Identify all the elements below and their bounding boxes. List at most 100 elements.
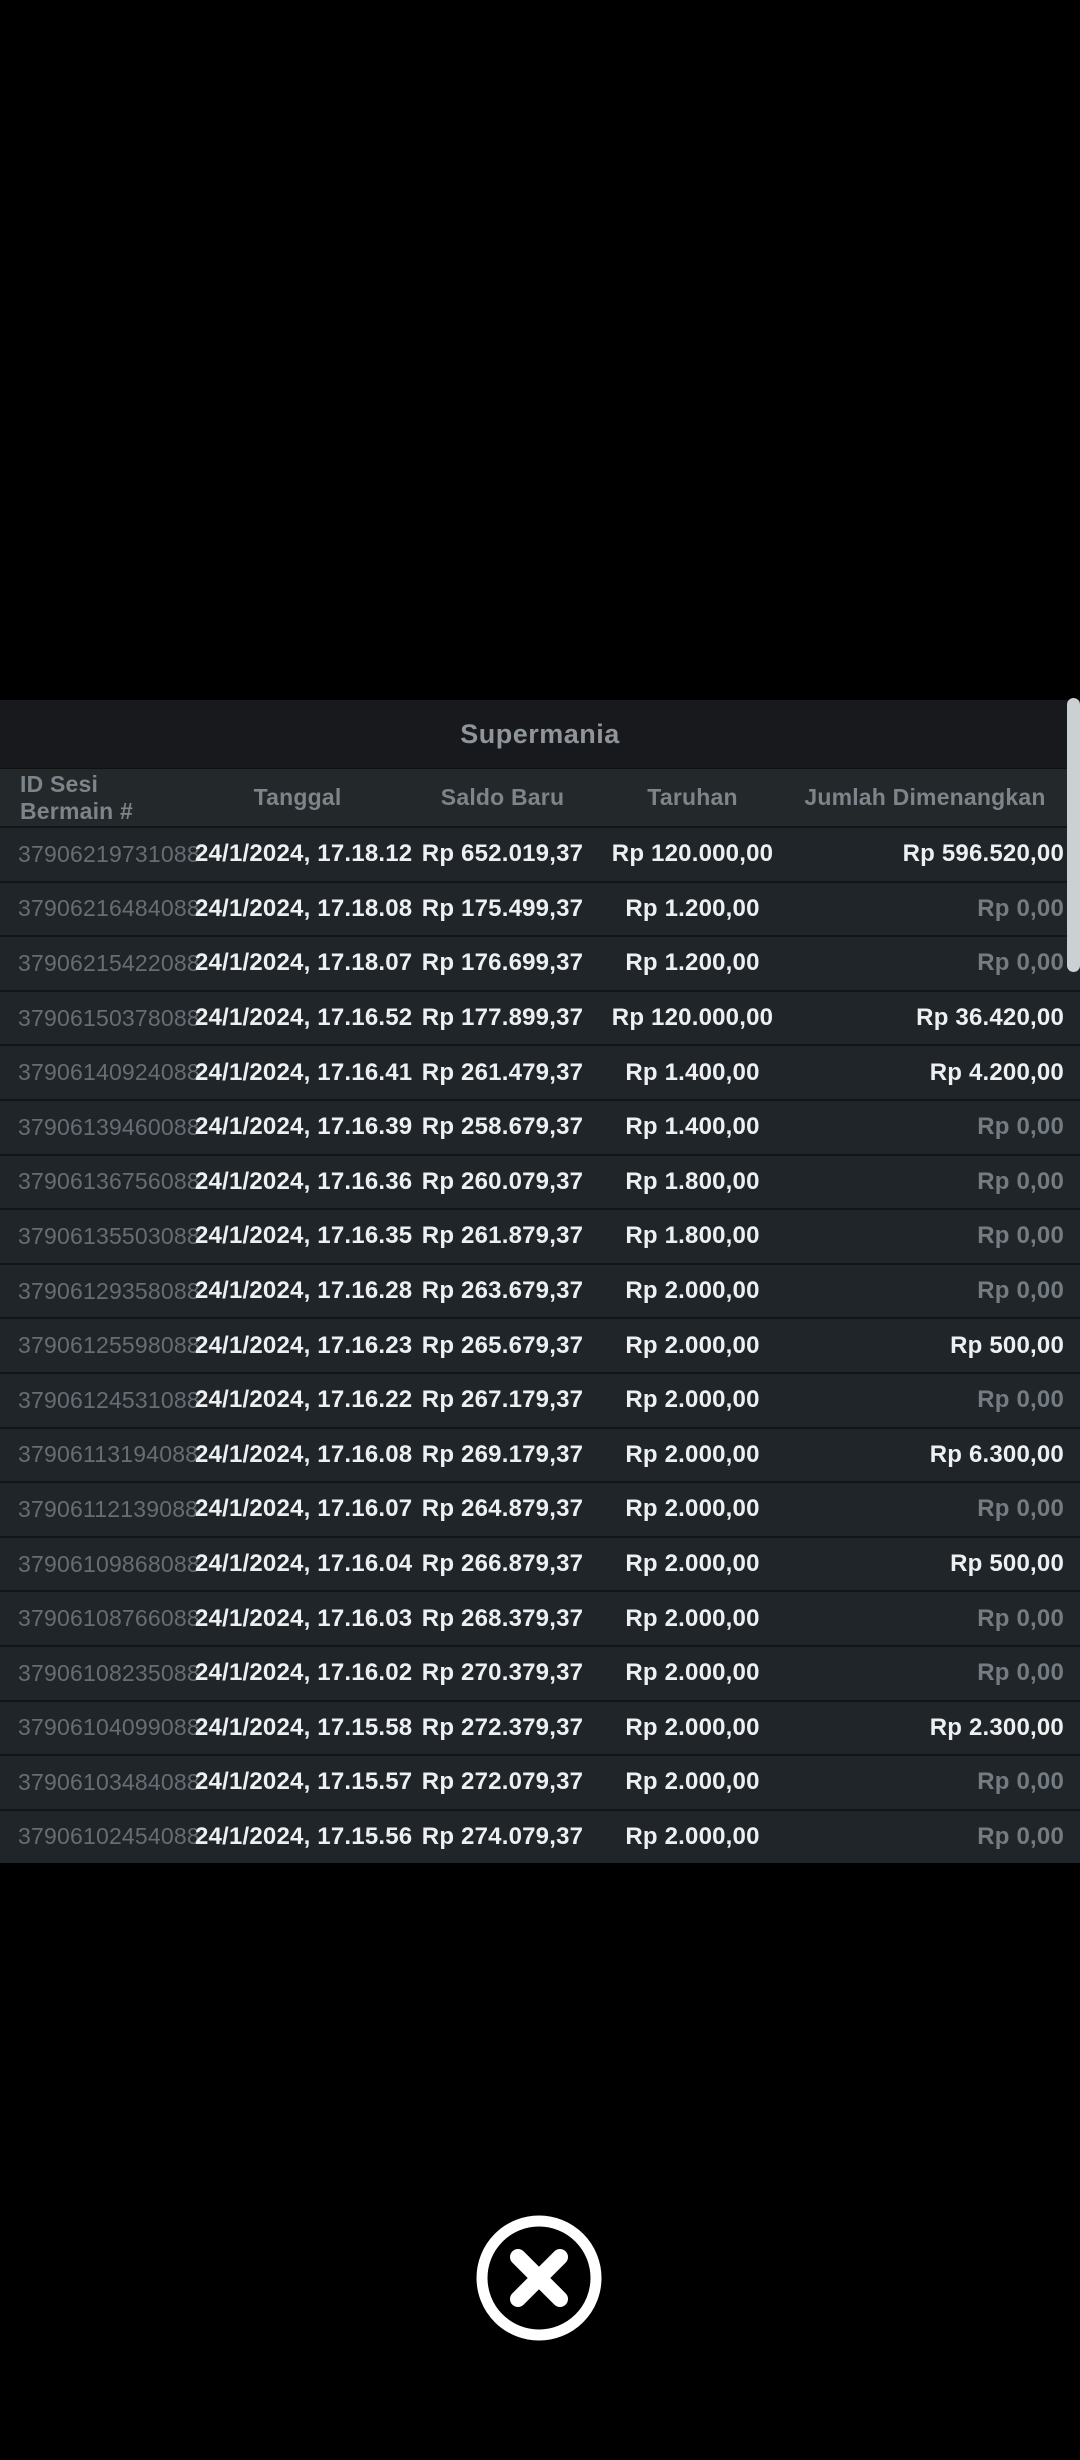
table-row: 37906125598088 24/1/2024, 17.16.23 Rp 26… [0,1317,1080,1372]
cell-bet: Rp 1.400,00 [605,1059,780,1087]
cell-session-id: 37906140924088 [0,1059,195,1086]
cell-bet: Rp 120.000,00 [605,840,780,868]
cell-bet: Rp 120.000,00 [605,1004,780,1032]
cell-bet: Rp 2.000,00 [605,1823,780,1851]
cell-amount-won: Rp 596.520,00 [780,840,1080,868]
cell-session-id: 37906108766088 [0,1605,195,1632]
cell-session-id: 37906108235088 [0,1660,195,1687]
table-row: 37906109868088 24/1/2024, 17.16.04 Rp 26… [0,1536,1080,1591]
cell-new-balance: Rp 274.079,37 [400,1823,605,1851]
cell-bet: Rp 2.000,00 [605,1332,780,1360]
cell-amount-won: Rp 0,00 [780,1768,1080,1796]
modal-titlebar: Supermania [0,700,1080,768]
cell-amount-won: Rp 4.200,00 [780,1059,1080,1087]
table-row: 37906219731088 24/1/2024, 17.18.12 Rp 65… [0,826,1080,881]
table-row: 37906124531088 24/1/2024, 17.16.22 Rp 26… [0,1372,1080,1427]
cell-new-balance: Rp 267.179,37 [400,1386,605,1414]
table-row: 37906129358088 24/1/2024, 17.16.28 Rp 26… [0,1263,1080,1318]
cell-bet: Rp 2.000,00 [605,1714,780,1742]
table-row: 37906103484088 24/1/2024, 17.15.57 Rp 27… [0,1754,1080,1809]
cell-new-balance: Rp 176.699,37 [400,949,605,977]
cell-new-balance: Rp 266.879,37 [400,1550,605,1578]
cell-amount-won: Rp 0,00 [780,1823,1080,1851]
cell-date: 24/1/2024, 17.16.36 [195,1168,400,1196]
cell-date: 24/1/2024, 17.18.12 [195,840,400,868]
cell-session-id: 37906109868088 [0,1551,195,1578]
cell-date: 24/1/2024, 17.18.07 [195,949,400,977]
cell-date: 24/1/2024, 17.16.08 [195,1441,400,1469]
cell-date: 24/1/2024, 17.15.58 [195,1714,400,1742]
cell-bet: Rp 1.200,00 [605,949,780,977]
cell-bet: Rp 2.000,00 [605,1768,780,1796]
cell-amount-won: Rp 0,00 [780,1386,1080,1414]
cell-session-id: 37906129358088 [0,1278,195,1305]
cell-date: 24/1/2024, 17.18.08 [195,895,400,923]
cell-date: 24/1/2024, 17.16.23 [195,1332,400,1360]
cell-new-balance: Rp 260.079,37 [400,1168,605,1196]
table-row: 37906112139088 24/1/2024, 17.16.07 Rp 26… [0,1481,1080,1536]
cell-bet: Rp 2.000,00 [605,1277,780,1305]
cell-amount-won: Rp 0,00 [780,1168,1080,1196]
game-history-modal: Supermania ID Sesi Bermain # Tanggal Sal… [0,700,1080,1863]
table-row: 37906139460088 24/1/2024, 17.16.39 Rp 25… [0,1099,1080,1154]
cell-new-balance: Rp 270.379,37 [400,1659,605,1687]
cell-new-balance: Rp 272.379,37 [400,1714,605,1742]
cell-date: 24/1/2024, 17.16.07 [195,1495,400,1523]
circle-x-icon [472,2211,606,2345]
cell-session-id: 37906113194088 [0,1441,195,1468]
cell-session-id: 37906136756088 [0,1168,195,1195]
cell-session-id: 37906124531088 [0,1387,195,1414]
cell-new-balance: Rp 175.499,37 [400,895,605,923]
cell-session-id: 37906104099088 [0,1714,195,1741]
column-header-new-balance: Saldo Baru [400,784,605,811]
table-body: 37906219731088 24/1/2024, 17.18.12 Rp 65… [0,826,1080,1863]
table-row: 37906108235088 24/1/2024, 17.16.02 Rp 27… [0,1645,1080,1700]
cell-date: 24/1/2024, 17.16.04 [195,1550,400,1578]
cell-session-id: 37906150378088 [0,1005,195,1032]
cell-date: 24/1/2024, 17.15.57 [195,1768,400,1796]
cell-amount-won: Rp 0,00 [780,1113,1080,1141]
table-row: 37906150378088 24/1/2024, 17.16.52 Rp 17… [0,990,1080,1045]
cell-bet: Rp 2.000,00 [605,1659,780,1687]
cell-date: 24/1/2024, 17.16.22 [195,1386,400,1414]
cell-amount-won: Rp 500,00 [780,1550,1080,1578]
cell-bet: Rp 2.000,00 [605,1605,780,1633]
cell-amount-won: Rp 0,00 [780,1277,1080,1305]
cell-new-balance: Rp 268.379,37 [400,1605,605,1633]
cell-date: 24/1/2024, 17.16.03 [195,1605,400,1633]
cell-session-id: 37906125598088 [0,1332,195,1359]
cell-date: 24/1/2024, 17.15.56 [195,1823,400,1851]
table-row: 37906136756088 24/1/2024, 17.16.36 Rp 26… [0,1154,1080,1209]
cell-date: 24/1/2024, 17.16.41 [195,1059,400,1087]
close-button[interactable] [472,2211,606,2345]
column-header-bet: Taruhan [605,784,780,811]
cell-amount-won: Rp 6.300,00 [780,1441,1080,1469]
cell-date: 24/1/2024, 17.16.28 [195,1277,400,1305]
cell-bet: Rp 2.000,00 [605,1441,780,1469]
cell-amount-won: Rp 36.420,00 [780,1004,1080,1032]
cell-amount-won: Rp 500,00 [780,1332,1080,1360]
cell-new-balance: Rp 261.879,37 [400,1222,605,1250]
cell-session-id: 37906112139088 [0,1496,195,1523]
cell-amount-won: Rp 0,00 [780,1222,1080,1250]
column-header-amount-won: Jumlah Dimenangkan [780,784,1080,811]
cell-bet: Rp 2.000,00 [605,1550,780,1578]
cell-amount-won: Rp 0,00 [780,1495,1080,1523]
cell-amount-won: Rp 0,00 [780,949,1080,977]
table-row: 37906104099088 24/1/2024, 17.15.58 Rp 27… [0,1700,1080,1755]
cell-date: 24/1/2024, 17.16.39 [195,1113,400,1141]
cell-session-id: 37906135503088 [0,1223,195,1250]
column-header-session-id: ID Sesi Bermain # [0,771,195,825]
cell-new-balance: Rp 652.019,37 [400,840,605,868]
cell-amount-won: Rp 0,00 [780,1605,1080,1633]
cell-new-balance: Rp 263.679,37 [400,1277,605,1305]
cell-session-id: 37906215422088 [0,950,195,977]
screen-background: Supermania ID Sesi Bermain # Tanggal Sal… [0,0,1080,2460]
cell-session-id: 37906102454088 [0,1823,195,1850]
cell-new-balance: Rp 258.679,37 [400,1113,605,1141]
table-header-row: ID Sesi Bermain # Tanggal Saldo Baru Tar… [0,768,1080,826]
cell-new-balance: Rp 265.679,37 [400,1332,605,1360]
cell-new-balance: Rp 264.879,37 [400,1495,605,1523]
cell-session-id: 37906139460088 [0,1114,195,1141]
scrollbar-thumb[interactable] [1067,698,1080,972]
